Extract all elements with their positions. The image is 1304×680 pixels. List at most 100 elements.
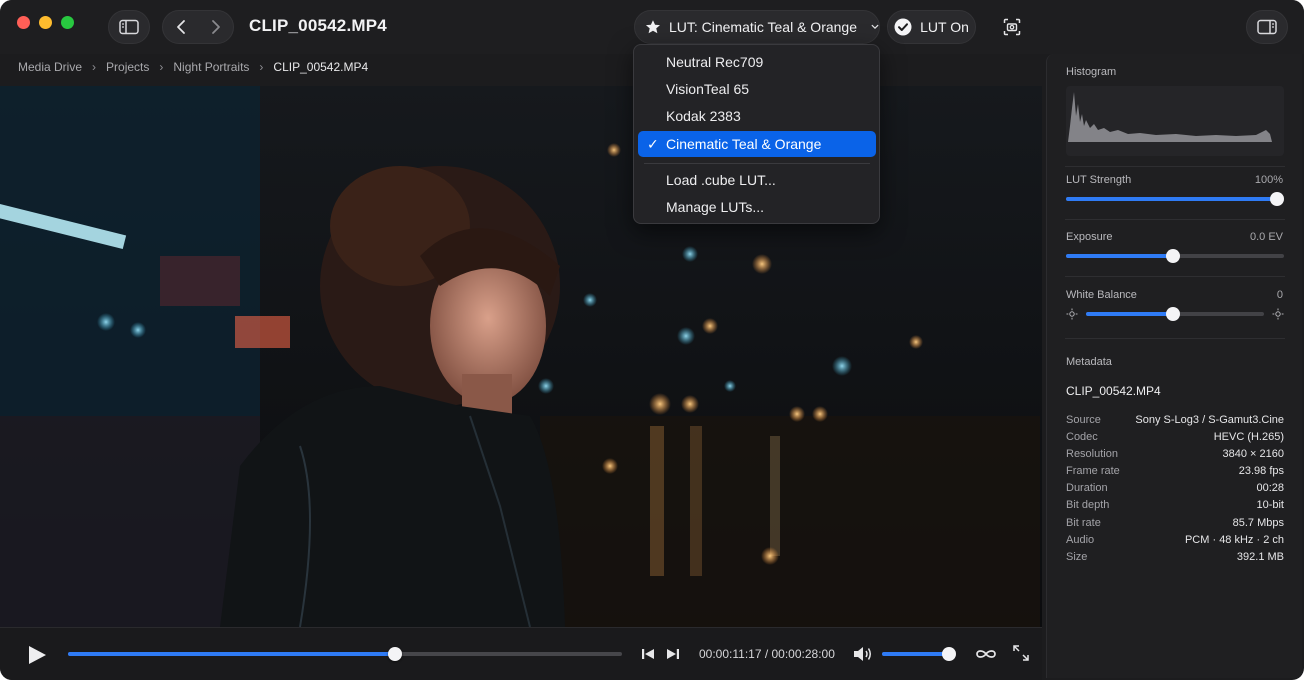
snapshot-button[interactable] [992, 10, 1032, 44]
breadcrumb: Media Drive › Projects › Night Portraits… [18, 60, 368, 74]
exposure-slider[interactable] [1066, 249, 1284, 263]
metadata-key: Audio [1066, 533, 1095, 546]
metadata-key: Bit depth [1066, 499, 1110, 512]
timeline-progress [68, 652, 395, 656]
breadcrumb-item-night-portraits[interactable]: Night Portraits [173, 60, 249, 74]
metadata-row: Duration 00:28 [1066, 482, 1284, 499]
lut-strength-value: 100% [1254, 174, 1283, 186]
menu-item-label: Neutral Rec709 [666, 54, 764, 70]
white-balance-thumb[interactable] [1166, 307, 1181, 321]
menu-item-kodak-2383[interactable]: Kodak 2383 [638, 103, 876, 129]
metadata-row: Audio PCM · 48 kHz · 2 ch [1066, 534, 1284, 551]
metadata-file-name: CLIP_00542.MP4 [1066, 384, 1161, 398]
metadata-row: Resolution 3840 × 2160 [1066, 448, 1284, 465]
menu-item-load-cube-lut[interactable]: Load .cube LUT... [638, 167, 876, 193]
play-icon[interactable] [26, 644, 48, 666]
metadata-value: 23.98 fps [1238, 465, 1284, 478]
metadata-key: Source [1066, 414, 1101, 426]
sun-icon [1066, 308, 1078, 320]
exposure-fill [1066, 254, 1173, 258]
metadata-value: 85.7 Mbps [1232, 516, 1284, 529]
metadata-row: Bit rate 85.7 Mbps [1066, 517, 1284, 534]
menu-item-label: Cinematic Teal & Orange [666, 136, 822, 152]
inspector-icon [1257, 19, 1277, 35]
metadata-row: Codec HEVC (H.265) [1066, 431, 1284, 448]
inspector-panel: Histogram LUT Strength 100% Exposure 0.0… [1046, 54, 1302, 678]
metadata-value: 3840 × 2160 [1222, 448, 1284, 461]
menu-item-label: Kodak 2383 [666, 108, 741, 124]
menu-item-manage-luts[interactable]: Manage LUTs... [638, 194, 876, 220]
timecode-display: 00:00:11:17 / 00:00:28:00 [699, 647, 835, 661]
close-window-button[interactable] [17, 16, 30, 29]
volume-slider[interactable] [882, 647, 956, 661]
app-window: CLIP_00542.MP4 LUT: Cinematic Teal & Ora… [0, 0, 1304, 680]
volume-thumb[interactable] [941, 647, 956, 661]
breadcrumb-separator: › [92, 60, 97, 74]
lut-toggle-button[interactable]: LUT On [887, 10, 976, 44]
metadata-value: PCM · 48 kHz · 2 ch [1184, 533, 1284, 546]
step-forward-icon[interactable] [665, 646, 681, 662]
checkmark-icon: ✓ [647, 136, 659, 152]
lut-strength-slider[interactable] [1066, 192, 1285, 206]
video-viewer[interactable] [0, 86, 1042, 627]
histogram-chart [1066, 86, 1284, 156]
metadata-row: Frame rate 23.98 fps [1066, 465, 1284, 482]
metadata-value: 10-bit [1256, 499, 1284, 512]
breadcrumb-item-projects[interactable]: Projects [106, 60, 149, 74]
metadata-value: HEVC (H.265) [1213, 431, 1284, 444]
back-button[interactable] [163, 11, 198, 43]
breadcrumb-item-media-drive[interactable]: Media Drive [18, 60, 82, 74]
step-back-icon[interactable] [640, 646, 656, 662]
breadcrumb-separator: › [159, 60, 164, 74]
white-balance-slider[interactable] [1086, 307, 1264, 321]
sidebar-toggle-button[interactable] [108, 10, 150, 44]
menu-separator [644, 163, 870, 164]
chevron-down-icon [871, 24, 879, 30]
video-frame [0, 86, 1042, 627]
lut-selector-button[interactable]: LUT: Cinematic Teal & Orange [634, 10, 880, 44]
zoom-window-button[interactable] [61, 16, 74, 29]
lut-strength-thumb[interactable] [1270, 192, 1285, 206]
checkmark-circle-icon [894, 18, 912, 36]
metadata-label: Metadata [1066, 356, 1112, 368]
metadata-key: Bit rate [1066, 516, 1101, 529]
forward-button[interactable] [198, 11, 233, 43]
metadata-key: Frame rate [1066, 465, 1120, 478]
exposure-value: 0.0 EV [1249, 231, 1283, 243]
sun-icon [1272, 308, 1284, 320]
timeline-playhead[interactable] [387, 647, 402, 661]
minimize-window-button[interactable] [39, 16, 52, 29]
metadata-row: Bit depth 10-bit [1066, 499, 1284, 516]
lut-strength-label: LUT Strength [1066, 174, 1132, 186]
navigation-group [162, 10, 234, 44]
menu-item-label: Load .cube LUT... [666, 172, 776, 188]
metadata-key: Size [1066, 550, 1088, 563]
white-balance-label: White Balance [1066, 289, 1137, 301]
metadata-row: Source Sony S-Log3 / S-Gamut3.Cine [1066, 414, 1284, 431]
star-icon [645, 20, 660, 34]
divider [1065, 219, 1285, 220]
timeline-scrubber[interactable] [68, 647, 622, 661]
metadata-value: 392.1 MB [1236, 550, 1284, 563]
divider [1065, 166, 1285, 167]
menu-item-label: VisionTeal 65 [666, 81, 750, 97]
fullscreen-icon[interactable] [1012, 644, 1030, 662]
histogram-graphic [1068, 92, 1272, 142]
metadata-key: Resolution [1066, 448, 1118, 461]
volume-level [882, 652, 949, 656]
metadata-table: Source Sony S-Log3 / S-Gamut3.Cine Codec HE… [1066, 414, 1284, 568]
chevron-right-icon [211, 20, 220, 34]
breadcrumb-item-current: CLIP_00542.MP4 [273, 60, 369, 74]
playback-bar: 00:00:11:17 / 00:00:28:00 [0, 627, 1042, 680]
menu-item-label: Manage LUTs... [666, 199, 765, 215]
menu-item-cinematic-teal-orange[interactable]: ✓ Cinematic Teal & Orange [638, 131, 876, 157]
breadcrumb-separator: › [259, 60, 264, 74]
loop-icon[interactable] [974, 645, 998, 663]
inspector-toggle-button[interactable] [1246, 10, 1288, 44]
exposure-thumb[interactable] [1165, 249, 1180, 263]
metadata-row: Size 392.1 MB [1066, 551, 1284, 568]
histogram-label: Histogram [1066, 66, 1117, 78]
menu-item-visionteal-65[interactable]: VisionTeal 65 [638, 76, 876, 102]
volume-icon[interactable] [852, 644, 874, 664]
menu-item-neutral-rec709[interactable]: Neutral Rec709 [638, 49, 876, 75]
